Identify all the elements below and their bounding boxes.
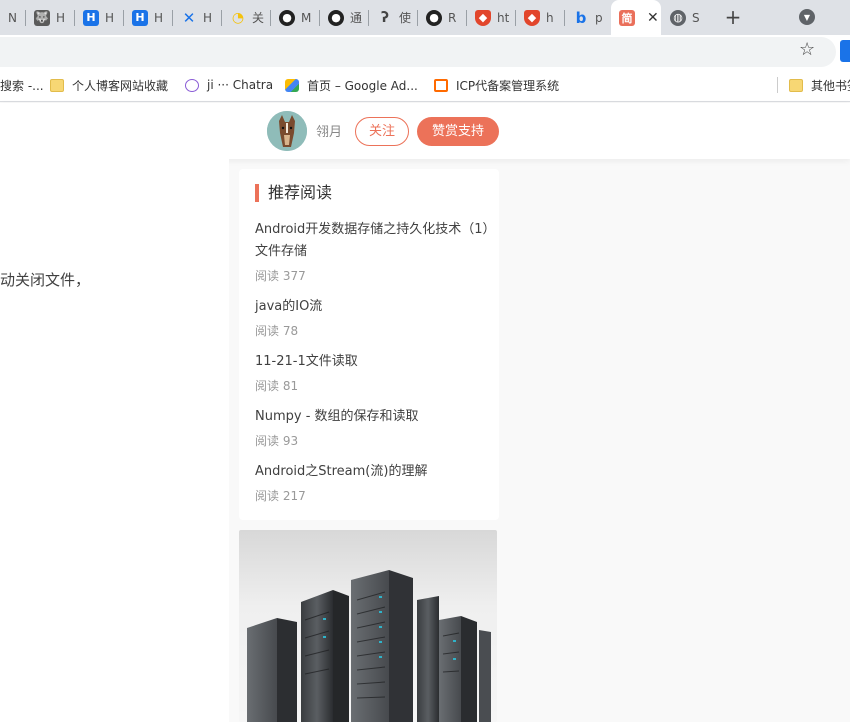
github-icon: ●: [328, 9, 344, 26]
list-item[interactable]: Android开发数据存储之持久化技术（1）文件存储 阅读 377: [255, 219, 491, 284]
reward-button[interactable]: 赞赏支持: [417, 117, 499, 146]
browser-tab[interactable]: 🐺 H: [26, 0, 74, 35]
bookmark-label: ICP代备案管理系统: [456, 78, 560, 93]
folder-icon: [789, 78, 803, 92]
bookmark-label: ji ··· Chatra: [207, 78, 274, 92]
extension-icon[interactable]: [840, 40, 850, 62]
new-tab-button[interactable]: +: [720, 4, 746, 30]
tab-title: 关: [252, 11, 265, 25]
h-logo-icon: H: [83, 9, 99, 26]
server-rack-image: [247, 570, 491, 722]
recommended-item-title[interactable]: 11-21-1文件读取: [255, 351, 491, 373]
recommended-item-title[interactable]: Android之Stream(流)的理解: [255, 461, 491, 483]
browser-tab[interactable]: b p: [565, 0, 610, 35]
x-logo-icon: ✕: [182, 8, 196, 27]
ad-image[interactable]: [239, 530, 497, 722]
other-bookmarks[interactable]: 其他书签: [789, 68, 850, 102]
list-item[interactable]: 11-21-1文件读取 阅读 81: [255, 351, 491, 394]
bookmark-item[interactable]: 首页 – Google Ad...: [285, 68, 418, 102]
tab-title: Н: [154, 10, 164, 25]
bookmarks-divider: [777, 77, 778, 93]
read-count: 阅读 377: [255, 269, 306, 283]
browser-tab[interactable]: ◆ h: [516, 0, 564, 35]
shield-icon: ◆: [475, 9, 491, 26]
swirl-icon: ʔ: [380, 9, 390, 26]
bookmark-item[interactable]: ICP代备案管理系统: [434, 68, 559, 102]
browser-tab[interactable]: N: [0, 0, 25, 35]
browser-tab[interactable]: ◔ 关: [222, 0, 270, 35]
article-body: 动关闭文件，: [0, 159, 229, 722]
recommended-title: 推荐阅读: [255, 184, 332, 202]
tab-title: H: [203, 10, 213, 25]
browser-tab[interactable]: ◆ ht: [467, 0, 515, 35]
read-count: 阅读 93: [255, 434, 299, 448]
bookmark-folder[interactable]: 个人博客网站收藏: [50, 68, 168, 102]
tab-title: M: [301, 10, 312, 25]
read-count: 阅读 78: [255, 324, 299, 338]
list-item[interactable]: Android之Stream(流)的理解 阅读 217: [255, 461, 491, 504]
browser-tab[interactable]: ● M: [271, 0, 319, 35]
browser-tab[interactable]: ʔ 使: [369, 0, 417, 35]
browser-tab[interactable]: ✕ H: [173, 0, 221, 35]
github-icon: ●: [426, 9, 442, 26]
read-count: 阅读 217: [255, 489, 306, 503]
github-icon: ●: [279, 9, 295, 26]
bookmarks-bar: 搜索 -... 个人博客网站收藏 ji ··· Chatra 首页 – Goog…: [0, 68, 850, 102]
follow-button[interactable]: 关注: [355, 117, 409, 146]
bookmark-label: 个人博客网站收藏: [72, 78, 169, 93]
google-ads-icon: [285, 78, 299, 92]
tab-title: h: [546, 10, 554, 25]
browser-tab[interactable]: H Н: [124, 0, 172, 35]
jianshu-icon: 简: [619, 9, 635, 26]
browser-tab-strip: N 🐺 H H H H Н ✕ H ◔ 关 ● M ● 通 ʔ 使 ● R ◆ …: [0, 0, 850, 35]
tab-title: ht: [497, 10, 510, 25]
close-icon[interactable]: ✕: [647, 10, 659, 26]
tab-title: p: [595, 10, 603, 25]
list-item[interactable]: Numpy - 数组的保存和读取 阅读 93: [255, 406, 491, 449]
article-header-bar: 翎月 关注 赞赏支持: [0, 103, 850, 159]
sun-icon: ◔: [231, 9, 245, 26]
bookmark-label: 其他书签: [811, 78, 850, 93]
recommended-item-title[interactable]: Numpy - 数组的保存和读取: [255, 406, 491, 428]
browser-tab[interactable]: ● 通: [320, 0, 368, 35]
author-name[interactable]: 翎月: [316, 121, 342, 140]
read-count: 阅读 81: [255, 379, 299, 393]
globe-icon: ◍: [670, 9, 686, 26]
browser-toolbar: ☆: [0, 35, 850, 68]
tab-title: H: [56, 10, 66, 25]
tab-title: R: [448, 10, 457, 25]
recommended-reading-card: 推荐阅读 Android开发数据存储之持久化技术（1）文件存储 阅读 377 j…: [239, 169, 499, 520]
bookmark-item[interactable]: 搜索 -...: [0, 68, 44, 102]
browser-tab[interactable]: H H: [75, 0, 123, 35]
tab-title: 使: [399, 11, 412, 25]
folder-icon: [50, 78, 64, 92]
tab-title: S: [692, 10, 700, 25]
tab-search-icon[interactable]: ▼: [799, 9, 815, 25]
browser-tab-active[interactable]: 简 ✕: [611, 0, 661, 35]
browser-tab[interactable]: ● R: [418, 0, 466, 35]
aliyun-icon: [434, 78, 448, 92]
horse-avatar-icon: [267, 111, 307, 151]
list-item[interactable]: java的IO流 阅读 78: [255, 296, 491, 339]
avatar[interactable]: [267, 111, 307, 151]
chat-icon: [185, 78, 199, 92]
bookmark-star-icon[interactable]: ☆: [799, 39, 815, 60]
recommended-item-title[interactable]: java的IO流: [255, 296, 491, 318]
tab-title: 通: [350, 11, 363, 25]
shield-icon: ◆: [524, 9, 540, 26]
bookmark-item[interactable]: ji ··· Chatra: [185, 68, 273, 102]
recommended-item-title[interactable]: Android开发数据存储之持久化技术（1）文件存储: [255, 219, 491, 263]
article-text: 动关闭文件，: [0, 271, 91, 289]
bookmark-label: 首页 – Google Ad...: [307, 78, 418, 93]
h-logo-icon: H: [132, 9, 148, 26]
address-bar[interactable]: [0, 37, 836, 67]
browser-tab[interactable]: ◍ S: [662, 0, 710, 35]
bookmark-label: 搜索 -...: [0, 78, 44, 93]
tab-title: N: [8, 10, 17, 25]
bing-icon: b: [575, 8, 587, 27]
tab-title: H: [105, 10, 115, 25]
wolf-icon: 🐺: [34, 9, 50, 26]
